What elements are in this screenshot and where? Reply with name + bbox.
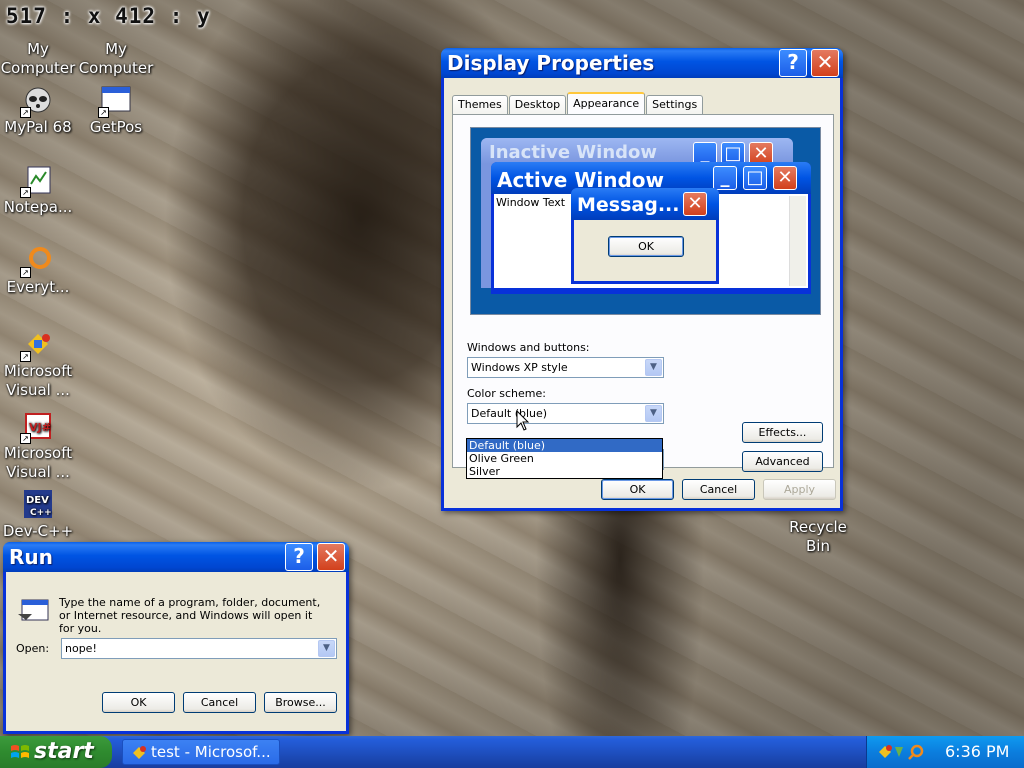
- close-button[interactable]: ✕: [811, 49, 839, 77]
- desktop-icon-ms-visual-1[interactable]: ↗ Microsoft Visual ...: [0, 328, 76, 400]
- preview-message-box: Messag... ✕ OK: [571, 188, 719, 284]
- tray-icons: [879, 744, 924, 760]
- run-ok-button[interactable]: OK: [102, 692, 175, 713]
- clock: 6:36 PM: [945, 742, 1010, 761]
- run-cancel-button[interactable]: Cancel: [183, 692, 256, 713]
- desktop-icon-my-computer[interactable]: My Computer: [0, 28, 76, 78]
- color-scheme-select[interactable]: Default (blue) ▼: [467, 403, 664, 424]
- desktop-icon-recycle-bin[interactable]: Recycle Bin: [780, 508, 856, 556]
- desktop-icon-label: My Computer: [0, 40, 76, 77]
- desktop-icon-label: Microsoft Visual ...: [3, 444, 73, 481]
- desktop-icon-everything[interactable]: ↗ Everyt...: [0, 244, 76, 297]
- display-properties-body: Themes Desktop Appearance Settings Inact…: [444, 78, 840, 508]
- computer-icon: [100, 28, 132, 38]
- help-button[interactable]: ?: [779, 49, 807, 77]
- tab-themes[interactable]: Themes: [452, 95, 508, 114]
- desktop-icon-label: Everyt...: [6, 278, 70, 296]
- raccoon-icon: ↗: [20, 84, 54, 118]
- preview-window-text: Window Text: [496, 196, 566, 209]
- chevron-down-icon[interactable]: ▼: [645, 359, 662, 376]
- display-properties-titlebar[interactable]: Display Properties ? ✕: [441, 48, 843, 78]
- apply-button[interactable]: Apply: [763, 479, 836, 500]
- run-title: Run: [9, 545, 53, 569]
- open-input[interactable]: nope! ▼: [61, 638, 337, 659]
- taskbar-item-label: test - Microsof...: [151, 743, 271, 761]
- visual-studio-icon: ↗: [20, 328, 54, 362]
- coordinate-readout: 517 : x 412 : y: [6, 4, 211, 28]
- effects-button[interactable]: Effects...: [742, 422, 823, 443]
- run-body: Type the name of a program, folder, docu…: [6, 572, 346, 731]
- open-label: Open:: [16, 642, 50, 655]
- desktop-icon-getpos[interactable]: ↗ GetPos: [78, 84, 154, 137]
- desktop-icon-my-computer-2[interactable]: My Computer: [78, 28, 154, 78]
- windows-buttons-label: Windows and buttons:: [467, 341, 590, 354]
- maximize-icon: □: [743, 166, 767, 190]
- display-properties-window: Display Properties ? ✕ Themes Desktop Ap…: [441, 48, 843, 511]
- cancel-button[interactable]: Cancel: [682, 479, 755, 500]
- appearance-preview: Inactive Window _ □ ✕ Active Window _ □ …: [470, 127, 821, 315]
- desktop-icon-dev-cpp[interactable]: DEV C++ Dev-C++: [0, 488, 76, 541]
- advanced-button[interactable]: Advanced: [742, 451, 823, 472]
- notepad-icon: ↗: [20, 164, 54, 198]
- visual-studio-icon: [133, 746, 146, 759]
- tab-settings[interactable]: Settings: [646, 95, 704, 114]
- windows-buttons-select[interactable]: Windows XP style ▼: [467, 357, 664, 378]
- help-button[interactable]: ?: [285, 543, 313, 571]
- windows-buttons-value: Windows XP style: [471, 361, 568, 374]
- desktop-icon-ms-visual-2[interactable]: VJ# ↗ Microsoft Visual ...: [0, 410, 76, 482]
- dropdown-option-olive-green[interactable]: Olive Green: [467, 452, 662, 465]
- desktop-icon-label: Notepa...: [3, 198, 73, 216]
- chevron-down-icon[interactable]: ▼: [318, 640, 335, 657]
- browse-button[interactable]: Browse...: [264, 692, 337, 713]
- desktop-icon-notepad[interactable]: ↗ Notepa...: [0, 164, 76, 217]
- taskbar: start test - Microsof... 6:36 PM: [0, 736, 1024, 768]
- system-tray: 6:36 PM: [866, 736, 1024, 768]
- run-description: Type the name of a program, folder, docu…: [59, 596, 321, 635]
- desktop-icon-label: Recycle Bin: [789, 518, 847, 555]
- dropdown-option-default-blue[interactable]: Default (blue): [467, 439, 662, 452]
- run-window: Run ? ✕ Type the name of a program, fold…: [3, 542, 349, 734]
- close-icon: ✕: [683, 192, 707, 216]
- desktop-icon-label: Microsoft Visual ...: [3, 362, 73, 399]
- desktop-icon-label: GetPos: [89, 118, 143, 136]
- search-ring-icon: ↗: [20, 244, 54, 278]
- preview-ok-button: OK: [608, 236, 684, 257]
- minimize-icon: _: [713, 166, 737, 190]
- window-title: Display Properties: [447, 51, 655, 75]
- window-app-icon: ↗: [98, 84, 132, 118]
- color-scheme-dropdown: Default (blue) Olive Green Silver: [466, 438, 663, 479]
- windows-flag-icon: [11, 745, 29, 758]
- tab-desktop[interactable]: Desktop: [508, 95, 567, 114]
- chevron-down-icon[interactable]: ▼: [645, 405, 662, 422]
- taskbar-item-test[interactable]: test - Microsof...: [122, 739, 280, 765]
- desktop-icon-label: MyPal 68: [4, 118, 72, 136]
- desktop-icon-label: My Computer: [78, 40, 154, 77]
- svg-text:C++: C++: [30, 508, 52, 518]
- ok-button[interactable]: OK: [601, 479, 674, 500]
- computer-icon: [22, 28, 54, 38]
- close-icon: ✕: [773, 166, 797, 190]
- dev-cpp-icon: DEV C++: [22, 488, 54, 520]
- close-button[interactable]: ✕: [317, 543, 345, 571]
- desktop-icon-label: Dev-C++: [2, 522, 74, 540]
- svg-text:VJ#: VJ#: [29, 421, 51, 434]
- mouse-cursor-icon: [516, 410, 530, 431]
- run-icon: [18, 599, 49, 621]
- tab-strip: Themes Desktop Appearance Settings: [452, 92, 704, 114]
- appearance-panel: Inactive Window _ □ ✕ Active Window _ □ …: [452, 114, 834, 472]
- start-label: start: [34, 739, 94, 764]
- open-input-value: nope!: [65, 642, 97, 655]
- desktop-icon-mypal[interactable]: ↗ MyPal 68: [0, 84, 76, 137]
- svg-text:DEV: DEV: [26, 495, 49, 506]
- visual-j-icon: VJ# ↗: [20, 410, 54, 444]
- preview-scrollbar: [789, 196, 806, 286]
- color-scheme-label: Color scheme:: [467, 387, 546, 400]
- tab-appearance[interactable]: Appearance: [567, 92, 646, 114]
- dropdown-option-silver[interactable]: Silver: [467, 465, 662, 478]
- color-scheme-value: Default (blue): [471, 407, 548, 420]
- preview-inactive-title: Inactive Window: [481, 138, 793, 164]
- run-titlebar[interactable]: Run ? ✕: [3, 542, 349, 572]
- start-button[interactable]: start: [0, 736, 112, 768]
